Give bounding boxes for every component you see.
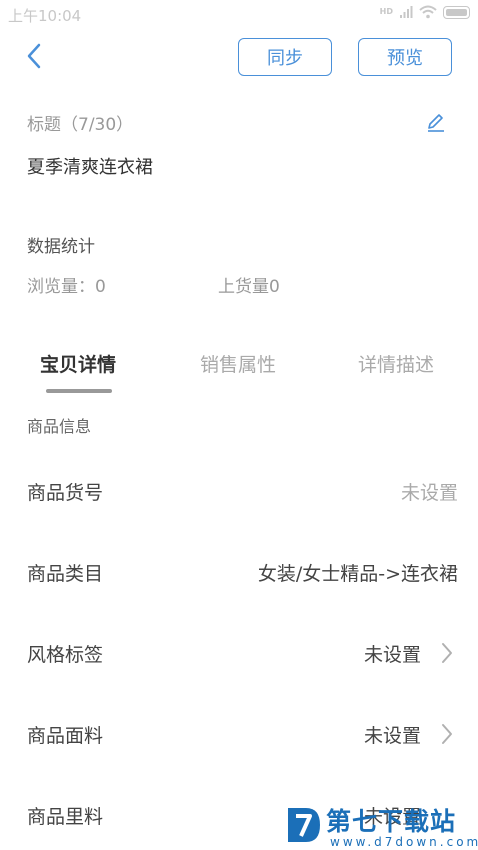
row-label: 商品货号 <box>27 482 104 504</box>
row-value: 未设置 <box>363 644 421 666</box>
tab-item-details[interactable]: 宝贝详情 <box>40 350 116 377</box>
title-label: 标题（7/30） <box>27 115 134 135</box>
tab-description[interactable]: 详情描述 <box>358 350 434 377</box>
row-label: 商品类目 <box>27 563 104 585</box>
row-value: 未设置 <box>363 725 421 747</box>
views-count: 浏览量：0 <box>27 277 106 297</box>
d7-logo-icon <box>288 808 320 842</box>
row-value: 女装/女士精品->连衣裙 <box>257 563 458 585</box>
row-label: 风格标签 <box>27 644 104 666</box>
chevron-right-icon <box>442 724 452 744</box>
status-bar: 上午10:04 HD <box>0 0 478 28</box>
row-item-number[interactable]: 商品货号 未设置 <box>0 466 478 516</box>
status-icons: HD <box>380 5 470 19</box>
network-type-label: HD <box>379 7 393 16</box>
edit-pencil-icon[interactable] <box>424 110 448 134</box>
row-style-tags[interactable]: 风格标签 未设置 <box>0 628 478 678</box>
battery-icon <box>443 5 470 19</box>
stats-heading: 数据统计 <box>27 237 95 257</box>
section-label: 商品信息 <box>27 417 92 436</box>
sync-button[interactable]: 同步 <box>238 38 332 76</box>
cell-signal-icon <box>400 6 413 18</box>
product-title[interactable]: 夏季清爽连衣裙 <box>27 153 153 179</box>
chevron-right-icon <box>442 643 452 663</box>
chevron-left-icon <box>27 43 41 69</box>
row-fabric[interactable]: 商品面料 未设置 <box>0 709 478 759</box>
shelf-count: 上货量0 <box>218 277 280 297</box>
watermark-url: www.d7down.com <box>330 835 478 849</box>
row-category[interactable]: 商品类目 女装/女士精品->连衣裙 <box>0 547 478 597</box>
wifi-icon <box>419 5 437 19</box>
preview-button[interactable]: 预览 <box>358 38 452 76</box>
row-label: 商品面料 <box>27 725 104 747</box>
row-value: 未设置 <box>400 482 458 504</box>
tab-sales-attributes[interactable]: 销售属性 <box>200 350 276 377</box>
status-time: 上午10:04 <box>8 7 82 25</box>
row-label: 商品里料 <box>27 806 104 828</box>
active-tab-indicator <box>46 389 112 393</box>
site-watermark: 第七下载站 www.d7down.com <box>282 800 478 850</box>
back-button[interactable] <box>20 42 48 70</box>
watermark-text: 第七下载站 <box>326 807 457 836</box>
